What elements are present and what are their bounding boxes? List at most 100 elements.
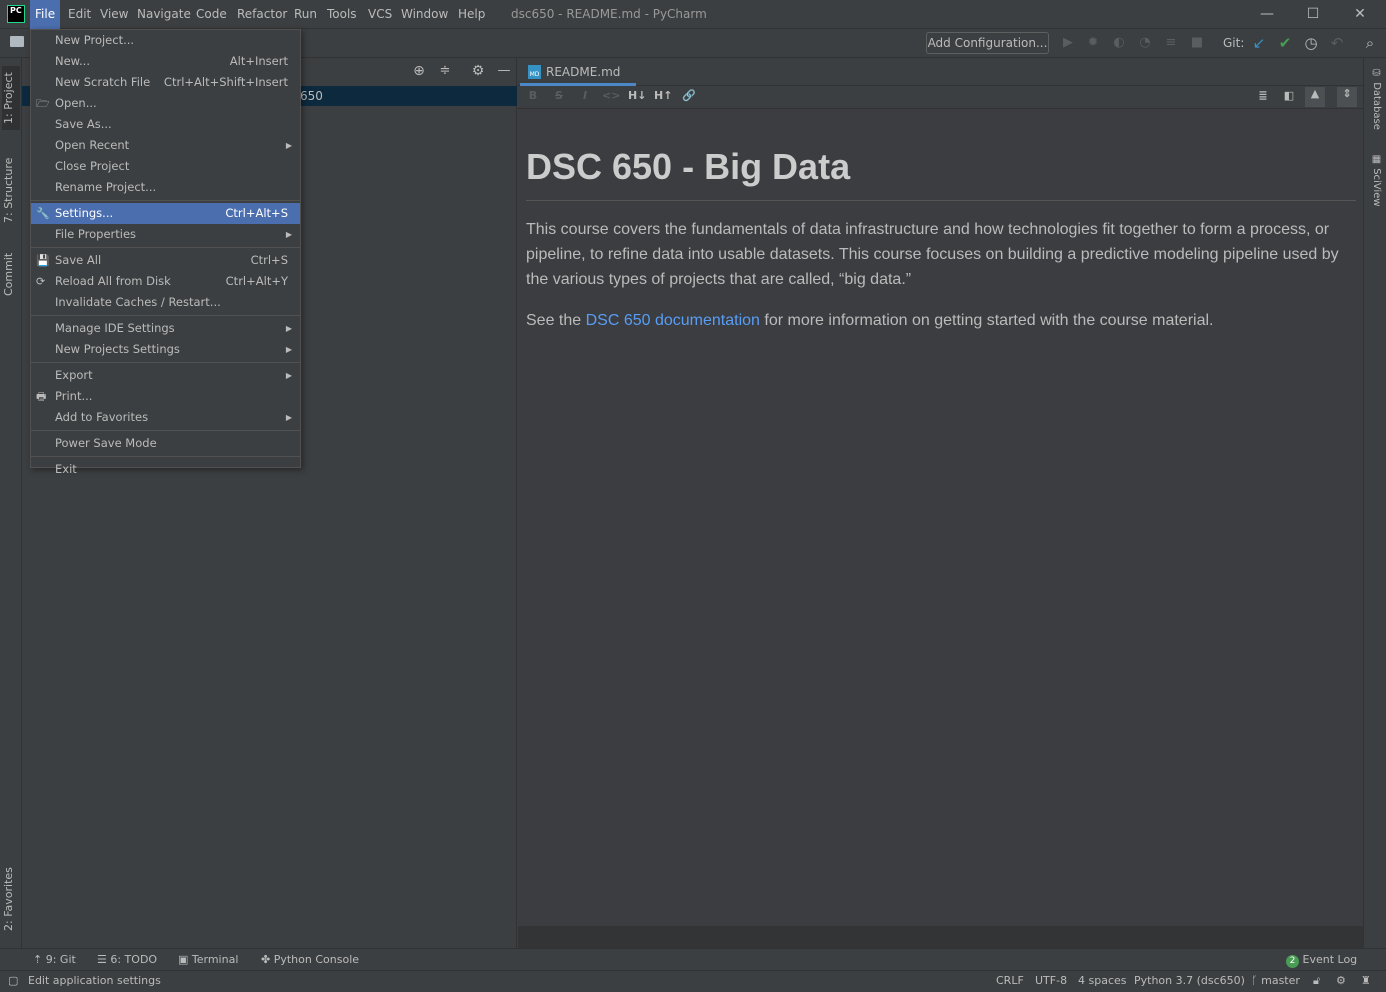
menu-item-new-scratch-file[interactable]: New Scratch File Ctrl+Alt+Shift+Insert: [31, 72, 300, 93]
menu-item-save-as[interactable]: Save As...: [31, 114, 300, 135]
git-branch[interactable]: ᚴ master: [1251, 974, 1300, 987]
menu-item-exit[interactable]: Exit: [31, 459, 300, 480]
tool-terminal[interactable]: ▣ Terminal: [178, 953, 238, 966]
code-icon[interactable]: <>: [602, 89, 620, 105]
horizontal-scrollbar[interactable]: [518, 926, 1363, 948]
markdown-preview: DSC 650 - Big Data This course covers th…: [526, 140, 1356, 349]
split-view-icon[interactable]: ◧: [1280, 89, 1298, 105]
menu-item-close-project[interactable]: Close Project: [31, 156, 300, 177]
run-icon[interactable]: ▶: [1060, 35, 1076, 51]
coverage-icon[interactable]: ◐: [1111, 35, 1127, 51]
tab-favorites[interactable]: 2: Favorites: [2, 860, 20, 938]
tab-sciview[interactable]: ▦ SciView: [1366, 154, 1382, 207]
menu-item-print[interactable]: 🖶 Print...: [31, 386, 300, 407]
menu-item-open-recent[interactable]: Open Recent ▶: [31, 135, 300, 156]
maximize-button[interactable]: ☐: [1290, 0, 1336, 29]
tool-python-console[interactable]: ✤ Python Console: [261, 953, 359, 966]
menu-item-label: Export: [55, 368, 93, 382]
folder-icon[interactable]: [10, 36, 24, 47]
database-icon: ⛁: [1371, 68, 1382, 83]
profile-icon[interactable]: ◔: [1137, 35, 1153, 51]
status-toggle-icon[interactable]: ▢: [8, 974, 18, 987]
strikethrough-icon[interactable]: S: [550, 89, 568, 105]
tab-structure[interactable]: 7: Structure: [2, 150, 20, 230]
menu-item-new[interactable]: New... Alt+Insert: [31, 51, 300, 72]
lock-icon[interactable]: 🔓︎: [1313, 974, 1320, 988]
documentation-link[interactable]: DSC 650 documentation: [586, 312, 760, 329]
tab-readme[interactable]: MD README.md ✕: [520, 60, 636, 103]
preview-heading: DSC 650 - Big Data: [526, 140, 1356, 201]
preview-paragraph: This course covers the fundamentals of d…: [526, 221, 1339, 288]
menu-help[interactable]: Help: [453, 0, 490, 29]
menu-code[interactable]: Code: [191, 0, 232, 29]
menu-window[interactable]: Window: [396, 0, 453, 29]
encoding[interactable]: UTF-8: [1035, 974, 1067, 987]
text: for more information on getting started …: [759, 312, 1214, 329]
print-icon: 🖶: [36, 390, 47, 403]
menu-item-new-projects-settings[interactable]: New Projects Settings ▶: [31, 339, 300, 360]
tab-project[interactable]: 1: Project: [2, 66, 20, 130]
close-button[interactable]: ✕: [1337, 0, 1383, 29]
menu-view[interactable]: View: [95, 0, 133, 29]
branch-icon: ᚴ: [1251, 974, 1258, 987]
rollback-icon[interactable]: ↶: [1329, 35, 1345, 51]
menu-item-manage-ide-settings[interactable]: Manage IDE Settings ▶: [31, 318, 300, 339]
git-commit-icon[interactable]: ✔: [1277, 35, 1293, 51]
file-menu: New Project... New... Alt+Insert New Scratc…: [30, 29, 301, 476]
header-down-icon[interactable]: H↓: [628, 89, 646, 105]
inspector-icon[interactable]: ⚙: [1336, 974, 1346, 987]
menu-item-add-to-favorites[interactable]: Add to Favorites ▶: [31, 407, 300, 428]
menu-item-reload-all-from-disk[interactable]: ⟳ Reload All from Disk Ctrl+Alt+Y: [31, 271, 300, 292]
editor-only-icon[interactable]: ≣: [1254, 89, 1272, 105]
menu-navigate[interactable]: Navigate: [132, 0, 196, 29]
preview-only-icon[interactable]: ▲: [1305, 87, 1325, 107]
menu-item-power-save-mode[interactable]: Power Save Mode: [31, 433, 300, 454]
scroll-sync-icon[interactable]: ⇕: [1337, 87, 1357, 107]
event-log-button[interactable]: 2 Event Log: [1286, 953, 1357, 968]
menu-item-new-project[interactable]: New Project...: [31, 30, 300, 51]
menu-edit[interactable]: Edit: [63, 0, 96, 29]
menu-item-file-properties[interactable]: File Properties ▶: [31, 224, 300, 245]
bold-icon[interactable]: B: [524, 89, 542, 105]
menu-item-rename-project[interactable]: Rename Project...: [31, 177, 300, 198]
collapse-all-icon[interactable]: ≑: [437, 63, 453, 79]
debug-icon[interactable]: ✹: [1085, 35, 1101, 51]
header-up-icon[interactable]: H↑: [654, 89, 672, 105]
italic-icon[interactable]: I: [576, 89, 594, 105]
link-icon[interactable]: 🔗: [680, 89, 698, 105]
menu-item-invalidate-caches-restart[interactable]: Invalidate Caches / Restart...: [31, 292, 300, 313]
tool-git[interactable]: ⇡ 9: Git: [33, 953, 76, 966]
add-configuration-button[interactable]: Add Configuration...: [926, 32, 1049, 54]
tab-database[interactable]: ⛁ Database: [1366, 68, 1382, 130]
submenu-arrow-icon: ▶: [285, 413, 292, 422]
stop-icon[interactable]: ■: [1189, 35, 1205, 51]
menu-item-open[interactable]: 🗁 Open...: [31, 93, 300, 114]
line-separator[interactable]: CRLF: [996, 974, 1024, 987]
indent[interactable]: 4 spaces: [1078, 974, 1127, 987]
search-icon[interactable]: ⌕: [1362, 35, 1378, 51]
preview-paragraph-2: See the DSC 650 documentation for more i…: [526, 308, 1356, 333]
shortcut: Ctrl+S: [250, 253, 288, 267]
tab-commit[interactable]: Commit: [2, 246, 20, 302]
hide-icon[interactable]: —: [496, 63, 512, 79]
menu-item-label: Exit: [55, 462, 77, 476]
git-update-icon[interactable]: ↙: [1251, 35, 1267, 51]
locate-icon[interactable]: ⊕: [411, 63, 427, 79]
tool-todo[interactable]: ☰ 6: TODO: [97, 953, 157, 966]
minimize-button[interactable]: —: [1244, 0, 1290, 29]
menu-run[interactable]: Run: [289, 0, 322, 29]
interpreter[interactable]: Python 3.7 (dsc650): [1134, 974, 1245, 987]
menu-item-label: Close Project: [55, 159, 130, 173]
menu-item-label: File Properties: [55, 227, 137, 241]
memory-icon[interactable]: ♜: [1361, 974, 1371, 987]
menu-tools[interactable]: Tools: [322, 0, 362, 29]
menu-item-export[interactable]: Export ▶: [31, 365, 300, 386]
menu-item-save-all[interactable]: 💾 Save All Ctrl+S: [31, 250, 300, 271]
menu-file[interactable]: File: [30, 0, 61, 29]
menu-vcs[interactable]: VCS: [363, 0, 397, 29]
gear-icon[interactable]: ⚙: [470, 63, 486, 79]
history-icon[interactable]: ◷: [1303, 35, 1319, 51]
menu-refactor[interactable]: Refactor: [232, 0, 292, 29]
run-concurrency-icon[interactable]: ≡: [1163, 35, 1179, 51]
menu-item-settings[interactable]: 🔧 Settings... Ctrl+Alt+S: [31, 203, 300, 224]
